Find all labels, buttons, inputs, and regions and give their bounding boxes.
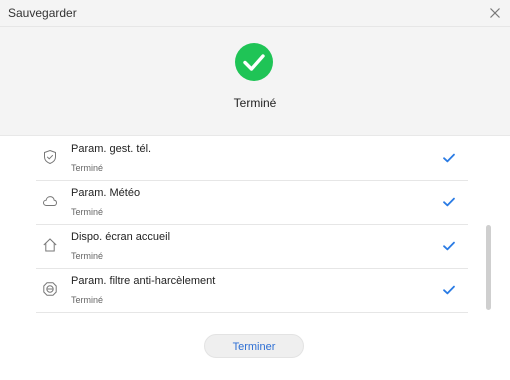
list-item: Param. gest. tél. Terminé — [36, 137, 468, 181]
window-title: Sauvegarder — [8, 6, 77, 20]
shield-icon — [42, 149, 58, 165]
item-status: Terminé — [71, 251, 104, 261]
status-text: Terminé — [233, 96, 277, 110]
list-item: Param. filtre anti-harcèlement Terminé — [36, 269, 468, 313]
item-status: Terminé — [71, 207, 104, 217]
close-icon — [490, 8, 500, 18]
home-icon — [42, 237, 58, 253]
item-status: Terminé — [71, 295, 104, 305]
checkmark-icon — [442, 283, 456, 297]
backup-items-list: Param. gest. tél. Terminé Param. Météo T… — [36, 137, 468, 313]
filter-icon — [42, 281, 58, 297]
success-check-icon — [235, 43, 273, 81]
list-item: Param. Météo Terminé — [36, 181, 468, 225]
list-item: Dispo. écran accueil Terminé — [36, 225, 468, 269]
item-label: Param. filtre anti-harcèlement — [71, 275, 216, 287]
item-label: Dispo. écran accueil — [71, 231, 171, 243]
checkmark-icon — [442, 151, 456, 165]
item-status: Terminé — [71, 163, 104, 173]
item-label: Param. gest. tél. — [71, 143, 152, 155]
checkmark-icon — [442, 239, 456, 253]
close-button[interactable] — [486, 4, 504, 22]
status-header: Terminé — [0, 27, 510, 136]
title-bar: Sauvegarder — [0, 0, 510, 27]
scrollbar-thumb[interactable] — [486, 225, 491, 310]
checkmark-icon — [442, 195, 456, 209]
item-label: Param. Météo — [71, 187, 141, 199]
cloud-icon — [42, 193, 58, 209]
backup-dialog: Sauvegarder Terminé Param. gest. tél. Te… — [0, 0, 510, 380]
finish-button[interactable]: Terminer — [204, 334, 304, 358]
